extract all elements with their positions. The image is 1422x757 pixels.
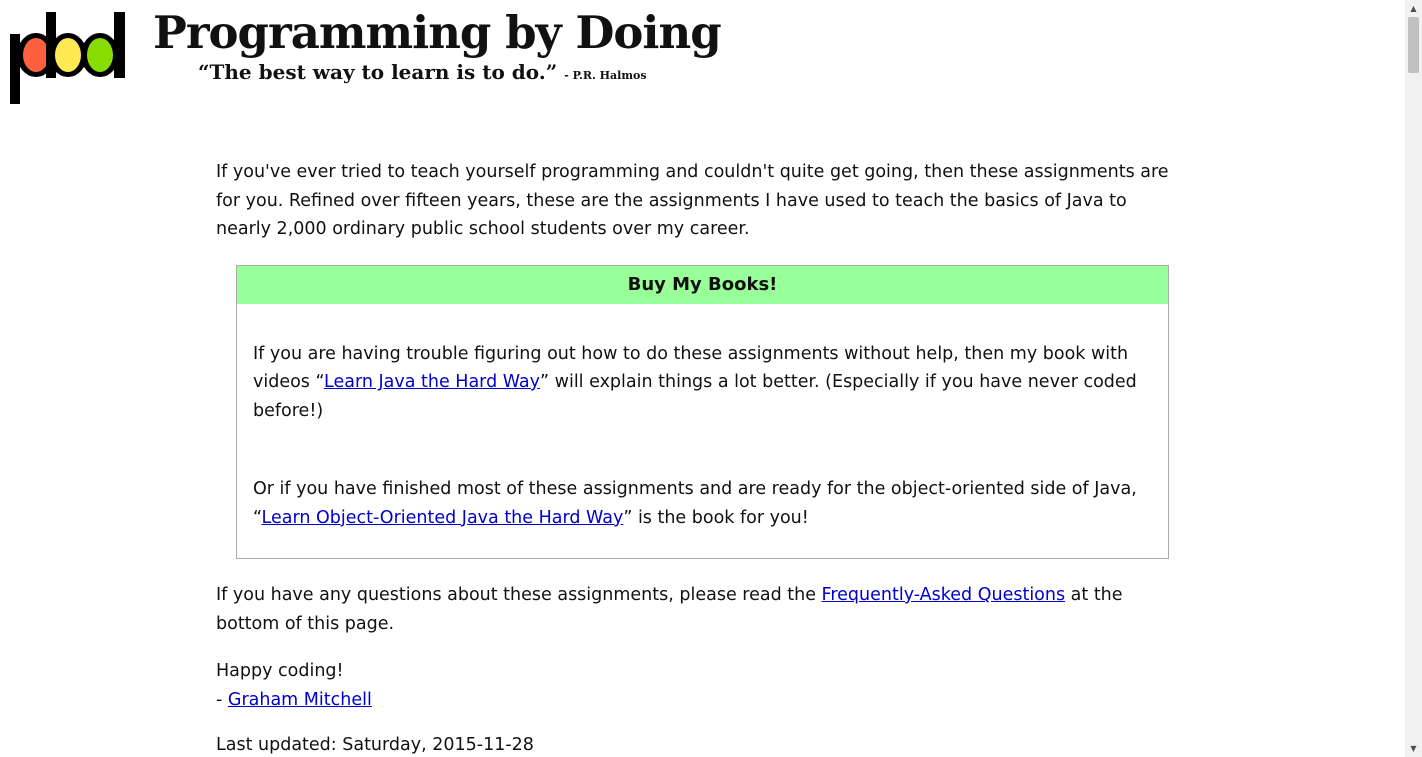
logo-d-stem (114, 12, 125, 78)
tagline-quote: “The best way to learn is to do.” (198, 60, 558, 84)
learn-java-hard-way-link[interactable]: Learn Java the Hard Way (324, 372, 540, 392)
buy-books-box: Buy My Books! If you are having trouble … (236, 264, 1169, 559)
vertical-scrollbar[interactable]: ▲ ▼ (1405, 0, 1422, 757)
intro-paragraph: If you've ever tried to teach yourself p… (216, 162, 1169, 239)
book-paragraph-1: If you are having trouble figuring out h… (253, 340, 1152, 426)
tagline-attribution: - P.R. Halmos (564, 69, 647, 82)
scroll-down-arrow-icon[interactable]: ▼ (1405, 740, 1422, 757)
book-paragraph-2: Or if you have finished most of these as… (253, 475, 1152, 532)
learn-oo-java-hard-way-link[interactable]: Learn Object-Oriented Java the Hard Way (262, 508, 624, 528)
author-link[interactable]: Graham Mitchell (228, 690, 372, 710)
faq-text: If you have any questions about these as… (216, 585, 822, 605)
logo-p-stem (10, 34, 20, 104)
page: Programming by Doing “The best way to le… (0, 0, 1405, 757)
faq-link[interactable]: Frequently-Asked Questions (822, 585, 1066, 605)
site-title: Programming by Doing (153, 6, 722, 59)
logo-d-fill (87, 38, 113, 72)
faq-paragraph: If you have any questions about these as… (216, 581, 1178, 638)
main-content: If you've ever tried to teach yourself p… (216, 158, 1178, 757)
buy-books-header: Buy My Books! (237, 265, 1168, 304)
last-updated: Last updated: Saturday, 2015-11-28 (216, 735, 534, 755)
pbd-logo[interactable] (10, 12, 128, 104)
closing-greeting: Happy coding! (216, 661, 344, 681)
logo-p-fill (23, 38, 49, 72)
scroll-up-arrow-icon[interactable]: ▲ (1405, 0, 1422, 17)
tagline: “The best way to learn is to do.” - P.R.… (198, 60, 647, 84)
scrollbar-thumb[interactable] (1408, 17, 1419, 73)
closing-paragraph: Happy coding! - Graham Mitchell (216, 657, 1178, 714)
logo-b-fill (55, 38, 81, 72)
closing-dash: - (216, 689, 228, 710)
buy-books-body: If you are having trouble figuring out h… (237, 304, 1168, 559)
book-paragraph-2-text-end: ” is the book for you! (623, 507, 809, 528)
